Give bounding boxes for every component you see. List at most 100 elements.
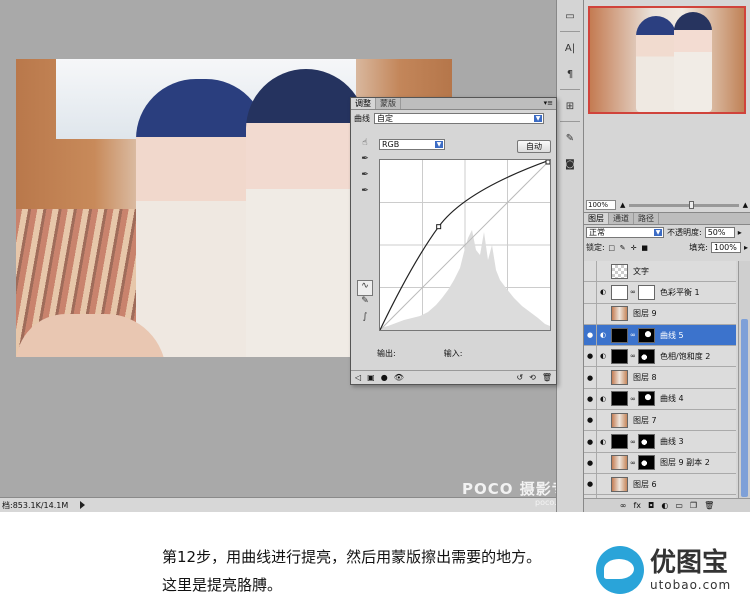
reset-icon[interactable]: ⟲ xyxy=(529,373,536,382)
opacity-field[interactable]: 50% xyxy=(704,227,735,238)
layer-mask-thumbnail[interactable] xyxy=(638,327,655,343)
tab-channels[interactable]: 通道 xyxy=(609,213,634,224)
eyedropper-gray-icon[interactable]: ✒ xyxy=(357,170,373,186)
eyedropper-white-icon[interactable]: ✒ xyxy=(357,186,373,202)
layer-row[interactable]: ● ◐ ∞ 曲线 5 xyxy=(584,324,736,347)
lock-transparency-icon[interactable]: □ xyxy=(608,244,616,252)
zoom-out-icon[interactable]: ▲ xyxy=(620,201,625,209)
layer-row[interactable]: ● ◐ ∞ 曲线 3 xyxy=(584,431,736,453)
mask-link-icon[interactable]: ∞ xyxy=(630,352,636,360)
layer-thumbnail[interactable] xyxy=(611,455,628,471)
curve-edit-icon[interactable]: ∿ xyxy=(357,280,373,296)
mask-link-icon[interactable]: ∞ xyxy=(630,331,636,339)
layer-row[interactable]: ● ∞ 图层 9 副本 2 xyxy=(584,452,736,474)
lock-pixels-icon[interactable]: ✎ xyxy=(619,244,627,252)
visibility-eye-icon[interactable]: ● xyxy=(584,367,597,388)
add-mask-icon[interactable]: ◘ xyxy=(648,501,654,510)
layer-thumbnail[interactable] xyxy=(611,412,628,428)
visibility-eye-icon[interactable]: ● xyxy=(584,324,597,346)
zoom-in-icon[interactable]: ▲ xyxy=(743,201,748,209)
eyedropper-black-icon[interactable]: ✒ xyxy=(357,154,373,170)
new-layer-icon[interactable]: ❐ xyxy=(690,501,697,510)
curve-graph[interactable] xyxy=(379,159,551,331)
visibility-eye-icon[interactable]: ● xyxy=(584,452,597,473)
layer-row[interactable]: 图层 9 xyxy=(584,303,736,325)
visibility-eye-icon[interactable] xyxy=(584,282,597,303)
fill-arrow-icon[interactable]: ▸ xyxy=(744,243,748,252)
curve-endpoint-white[interactable] xyxy=(545,160,550,165)
pencil-icon[interactable]: ✎ xyxy=(357,296,373,312)
curve-control-point[interactable] xyxy=(436,224,442,230)
mask-panel-icon[interactable]: ◙ xyxy=(560,154,580,174)
mask-link-icon[interactable]: ∞ xyxy=(630,459,636,467)
layers-scroll-thumb[interactable] xyxy=(741,319,748,497)
mask-link-icon[interactable]: ∞ xyxy=(630,395,636,403)
layer-mask-thumbnail[interactable] xyxy=(638,348,655,364)
tab-masks[interactable]: 蒙版 xyxy=(376,98,401,109)
print-icon[interactable]: ▭ xyxy=(560,6,580,26)
tab-adjustments[interactable]: 调整 xyxy=(351,98,376,109)
layer-thumbnail[interactable] xyxy=(611,263,628,279)
new-adjustment-icon[interactable]: ◐ xyxy=(661,501,668,510)
navigator-thumbnail[interactable] xyxy=(588,6,746,114)
layer-row[interactable]: ● 图层 8 xyxy=(584,367,736,389)
visibility-eye-icon[interactable]: ● xyxy=(584,346,597,367)
blend-mode-select[interactable]: 正常 ▼ xyxy=(586,227,664,238)
lock-position-icon[interactable]: ✛ xyxy=(630,244,638,252)
tab-paths[interactable]: 路径 xyxy=(634,213,659,224)
link-layers-icon[interactable]: ∞ xyxy=(620,501,627,510)
new-group-icon[interactable]: ▭ xyxy=(675,501,683,510)
lock-all-icon[interactable]: ■ xyxy=(641,244,649,252)
clip-layer-icon[interactable]: ● xyxy=(381,373,388,382)
auto-button[interactable]: 自动 xyxy=(517,140,551,153)
view-previous-icon[interactable]: ↺ xyxy=(516,373,523,382)
layer-row[interactable]: ● ◐ ∞ 曲线 4 xyxy=(584,388,736,411)
layer-mask-thumbnail[interactable] xyxy=(638,455,655,471)
visibility-eye-icon[interactable]: ● xyxy=(584,410,597,431)
layer-thumbnail[interactable] xyxy=(611,434,628,450)
status-menu-arrow-icon[interactable] xyxy=(80,501,86,509)
layer-thumbnail[interactable] xyxy=(611,370,628,386)
layer-thumbnail[interactable] xyxy=(611,306,628,322)
visibility-eye-icon[interactable] xyxy=(584,303,597,324)
preset-select[interactable]: 自定 ▼ xyxy=(374,112,544,124)
mask-link-icon[interactable]: ∞ xyxy=(630,288,636,296)
layer-row[interactable]: ● 图层 6 xyxy=(584,473,736,496)
brush-panel-icon[interactable]: ✎ xyxy=(560,128,580,148)
layer-row[interactable]: 文字 xyxy=(584,261,736,283)
mask-link-icon[interactable]: ∞ xyxy=(630,438,636,446)
character-icon[interactable]: A| xyxy=(560,38,580,58)
layer-thumbnail[interactable] xyxy=(611,348,628,364)
layer-mask-thumbnail[interactable] xyxy=(638,284,655,300)
delete-adjustment-icon[interactable]: 🗑 xyxy=(542,373,552,382)
visibility-eye-icon[interactable]: ● xyxy=(584,473,597,495)
layer-thumbnail[interactable] xyxy=(611,284,628,300)
opacity-arrow-icon[interactable]: ▸ xyxy=(738,228,742,237)
on-image-adjust-icon[interactable]: ☝ xyxy=(357,138,373,154)
layer-mask-thumbnail[interactable] xyxy=(638,391,655,407)
smooth-icon[interactable]: ∫ xyxy=(357,312,373,328)
visibility-icon[interactable]: 👁 xyxy=(394,373,404,382)
clone-source-icon[interactable]: ⊞ xyxy=(560,96,580,116)
paragraph-icon[interactable]: ¶ xyxy=(560,64,580,84)
zoom-slider-knob[interactable] xyxy=(689,200,695,209)
layer-row[interactable]: ● ◐ ∞ 色相/饱和度 2 xyxy=(584,346,736,368)
layer-mask-thumbnail[interactable] xyxy=(638,434,655,450)
zoom-slider[interactable] xyxy=(629,200,739,209)
layer-row[interactable]: ◐ ∞ 色彩平衡 1 xyxy=(584,282,736,304)
tab-layers[interactable]: 图层 xyxy=(584,213,609,224)
layer-row[interactable]: ● 图层 7 xyxy=(584,410,736,432)
visibility-eye-icon[interactable]: ● xyxy=(584,388,597,410)
fill-field[interactable]: 100% xyxy=(710,242,741,253)
zoom-field[interactable]: 100% xyxy=(586,200,616,210)
layer-thumbnail[interactable] xyxy=(611,391,628,407)
panel-menu-icon[interactable]: ▾≡ xyxy=(544,99,553,107)
visibility-eye-icon[interactable] xyxy=(584,261,597,282)
return-to-list-icon[interactable]: ◁ xyxy=(355,373,361,382)
layer-thumbnail[interactable] xyxy=(611,327,628,343)
layer-style-icon[interactable]: fx xyxy=(633,501,641,510)
channel-select[interactable]: RGB ▼ xyxy=(379,138,445,150)
layers-scrollbar[interactable] xyxy=(738,261,750,498)
visibility-eye-icon[interactable]: ● xyxy=(584,431,597,452)
expanded-view-icon[interactable]: ▣ xyxy=(367,373,375,382)
